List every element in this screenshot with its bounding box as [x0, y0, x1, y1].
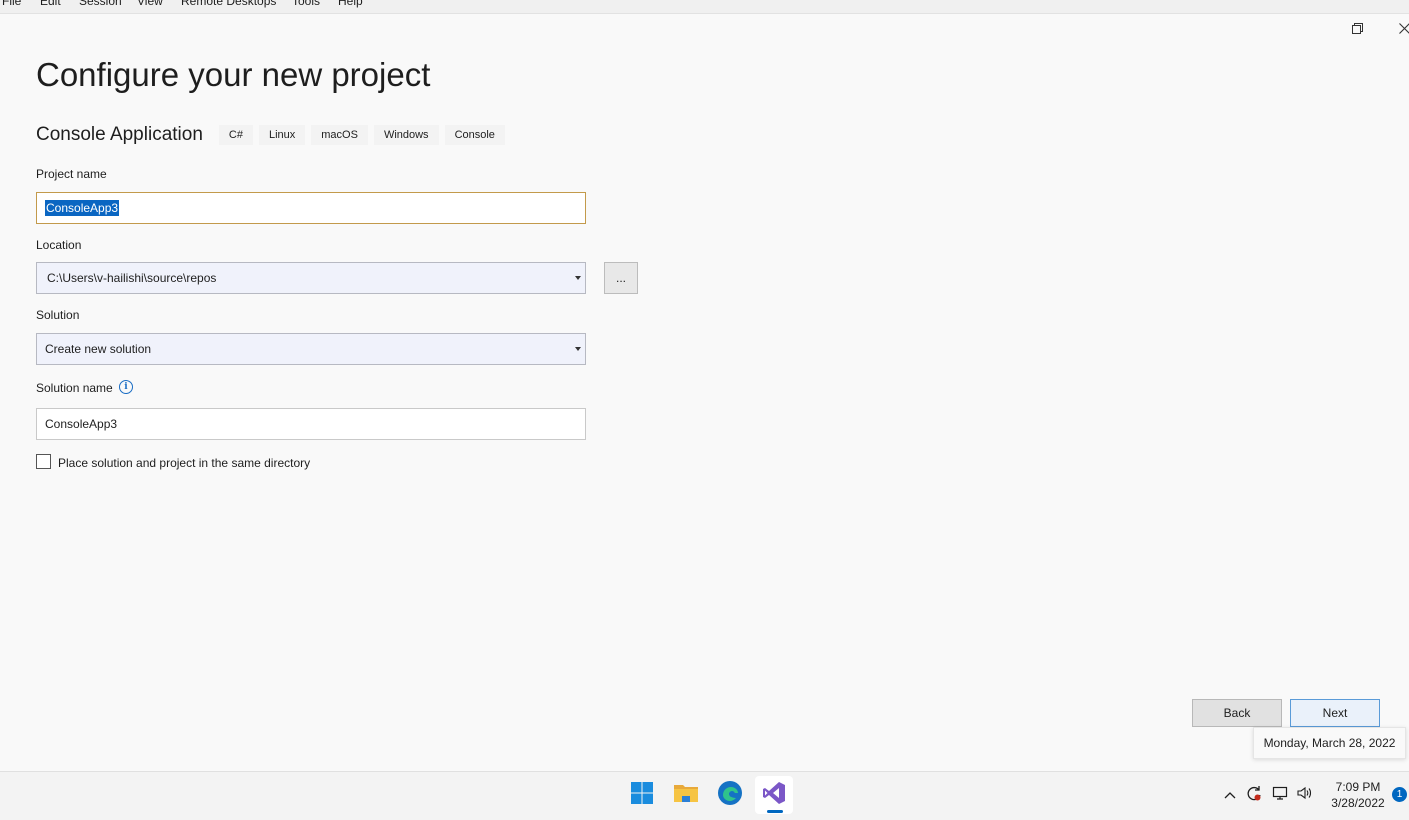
date-tooltip: Monday, March 28, 2022 — [1253, 727, 1406, 759]
restore-button[interactable] — [1348, 20, 1366, 38]
project-name-value: ConsoleApp3 — [45, 200, 119, 216]
project-name-label: Project name — [36, 167, 107, 181]
volume-tray-button[interactable] — [1296, 785, 1314, 803]
sync-tray-button[interactable] — [1245, 785, 1263, 803]
visual-studio-icon — [761, 780, 787, 811]
close-icon — [1399, 22, 1409, 37]
browse-location-button[interactable]: ... — [604, 262, 638, 294]
windows-start-icon — [630, 781, 654, 810]
menu-remote-desktops[interactable]: Remote Desktops — [181, 0, 276, 8]
notification-badge[interactable]: 1 — [1392, 787, 1407, 802]
solution-combobox[interactable]: Create new solution — [36, 333, 586, 365]
browse-label: ... — [616, 271, 626, 285]
sync-icon — [1245, 784, 1263, 805]
show-hidden-icons-button[interactable] — [1221, 785, 1239, 803]
visual-studio-button[interactable] — [755, 776, 793, 814]
tag-platform-windows: Windows — [374, 125, 439, 145]
edge-browser-icon — [717, 780, 743, 811]
location-value: C:\Users\v-hailishi\source\repos — [47, 271, 216, 285]
template-name: Console Application — [36, 124, 203, 146]
chevron-down-icon[interactable] — [575, 347, 581, 351]
network-tray-button[interactable] — [1272, 785, 1290, 803]
menu-file[interactable]: File — [2, 0, 21, 8]
template-header: Console Application C# Linux macOS Windo… — [36, 123, 511, 147]
menu-help[interactable]: Help — [338, 0, 363, 8]
solution-name-value: ConsoleApp3 — [45, 417, 117, 431]
file-explorer-icon — [673, 781, 699, 810]
project-name-input[interactable]: ConsoleApp3 — [36, 192, 586, 224]
menu-edit[interactable]: Edit — [40, 0, 61, 8]
back-button-label: Back — [1224, 706, 1251, 720]
notification-count: 1 — [1397, 789, 1403, 800]
menu-bar: File Edit Session View Remote Desktops T… — [0, 0, 1409, 14]
clock-time: 7:09 PM — [1336, 779, 1381, 795]
tag-platform-linux: Linux — [259, 125, 305, 145]
active-app-indicator — [767, 810, 783, 813]
network-icon — [1272, 785, 1290, 804]
menu-view[interactable]: View — [137, 0, 163, 8]
solution-name-input[interactable]: ConsoleApp3 — [36, 408, 586, 440]
tag-project-type: Console — [445, 125, 505, 145]
date-tooltip-text: Monday, March 28, 2022 — [1264, 736, 1396, 750]
tag-language: C# — [219, 125, 253, 145]
back-button[interactable]: Back — [1192, 699, 1282, 727]
edge-browser-button[interactable] — [711, 776, 749, 814]
location-combobox[interactable]: C:\Users\v-hailishi\source\repos — [36, 262, 586, 294]
menu-tools[interactable]: Tools — [292, 0, 320, 8]
start-button[interactable] — [623, 776, 661, 814]
menu-session[interactable]: Session — [79, 0, 122, 8]
solution-name-label: Solution name — [36, 381, 113, 395]
chevron-down-icon[interactable] — [575, 276, 581, 280]
volume-icon — [1296, 785, 1314, 804]
tag-platform-macos: macOS — [311, 125, 368, 145]
location-label: Location — [36, 238, 81, 252]
next-button-label: Next — [1323, 706, 1348, 720]
taskbar-clock[interactable]: 7:09 PM 3/28/2022 — [1323, 775, 1393, 815]
solution-label: Solution — [36, 308, 79, 322]
chevron-up-icon — [1224, 786, 1236, 802]
clock-date: 3/28/2022 — [1331, 795, 1384, 811]
file-explorer-button[interactable] — [667, 776, 705, 814]
page-title: Configure your new project — [36, 56, 430, 94]
restore-icon — [1352, 22, 1363, 37]
solution-value: Create new solution — [45, 342, 151, 356]
same-directory-label[interactable]: Place solution and project in the same d… — [58, 456, 310, 470]
close-button[interactable] — [1395, 20, 1409, 38]
info-glyph: i — [124, 382, 127, 392]
info-icon[interactable]: i — [119, 380, 133, 394]
next-button[interactable]: Next — [1290, 699, 1380, 727]
same-directory-checkbox[interactable] — [36, 454, 51, 469]
